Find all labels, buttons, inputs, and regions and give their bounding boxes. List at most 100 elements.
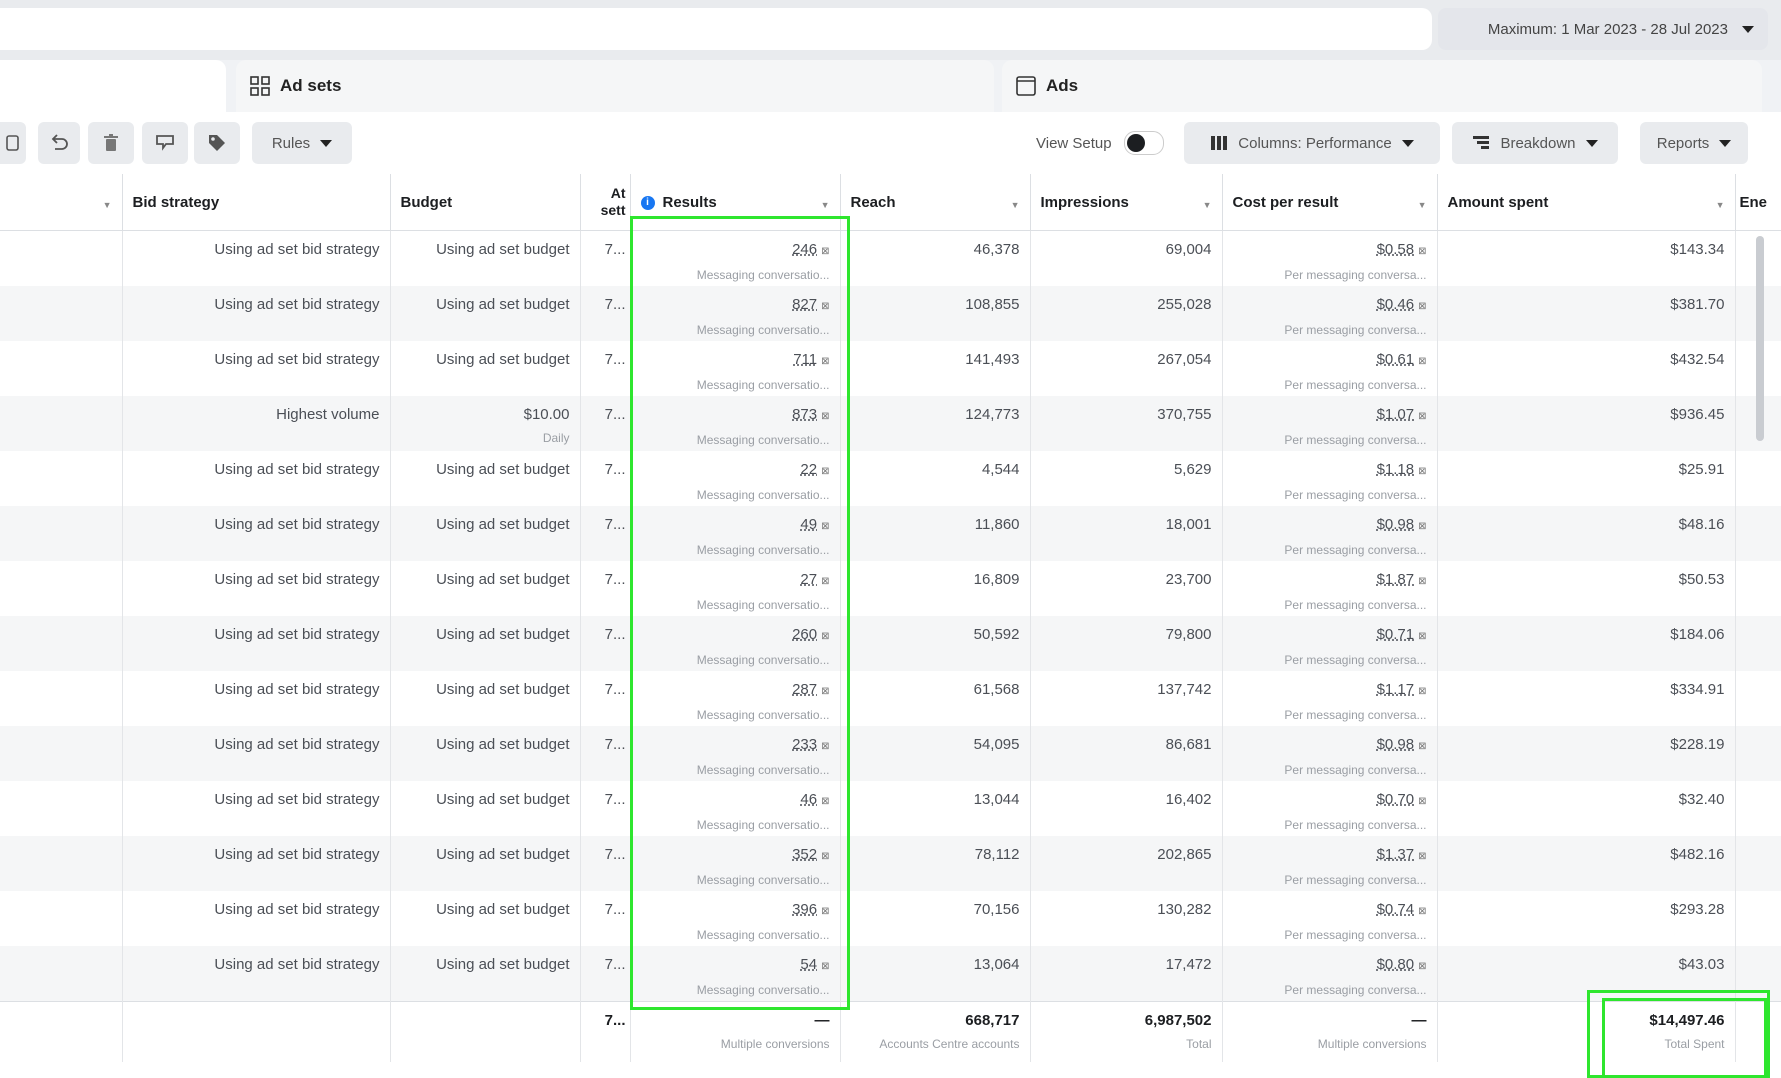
column-header-results[interactable]: i Results ▼: [630, 174, 841, 231]
date-range-picker[interactable]: Maximum: 1 Mar 2023 - 28 Jul 2023: [1438, 8, 1768, 50]
cost-per-result-link[interactable]: $1.37: [1377, 846, 1415, 863]
name-cell[interactable]: [0, 891, 123, 946]
cost-per-result-link[interactable]: $1.07: [1377, 406, 1415, 423]
cost-per-result-link[interactable]: $0.70: [1377, 791, 1415, 808]
budget-cell[interactable]: Using ad set budget: [390, 781, 581, 836]
table-row[interactable]: Using ad set bid strategy Using ad set bu…: [0, 230, 1781, 286]
name-cell[interactable]: [0, 561, 123, 616]
columns-button[interactable]: Columns: Performance: [1184, 122, 1440, 164]
results-link[interactable]: 352: [792, 846, 817, 863]
duplicate-button[interactable]: [0, 122, 26, 164]
cost-per-result-link[interactable]: $0.46: [1377, 296, 1415, 313]
table-row[interactable]: Using ad set bid strategy Using ad set bu…: [0, 836, 1781, 891]
table-row[interactable]: Using ad set bid strategy Using ad set bu…: [0, 726, 1781, 781]
results-link[interactable]: 827: [792, 296, 817, 313]
tab-ads[interactable]: Ads: [1002, 60, 1762, 112]
table-row[interactable]: Using ad set bid strategy Using ad set bu…: [0, 286, 1781, 341]
budget-cell[interactable]: Using ad set budget: [390, 726, 581, 781]
column-header-impressions[interactable]: Impressions ▼: [1030, 174, 1223, 231]
budget-cell[interactable]: Using ad set budget: [390, 561, 581, 616]
cost-per-result-link[interactable]: $0.98: [1377, 736, 1415, 753]
results-link[interactable]: 27: [800, 571, 817, 588]
name-cell[interactable]: [0, 616, 123, 671]
budget-cell[interactable]: Using ad set budget: [390, 341, 581, 396]
column-header-budget[interactable]: Budget: [390, 174, 581, 231]
view-setup-toggle[interactable]: [1123, 131, 1164, 155]
name-cell[interactable]: [0, 781, 123, 836]
cost-per-result-link[interactable]: $1.87: [1377, 571, 1415, 588]
results-link[interactable]: 49: [800, 516, 817, 533]
column-header-attribution[interactable]: At sett: [580, 174, 631, 231]
cost-per-result-link[interactable]: $0.61: [1377, 351, 1415, 368]
info-icon[interactable]: i: [640, 195, 655, 210]
column-header-name[interactable]: ▼: [0, 174, 123, 231]
name-cell[interactable]: [0, 396, 123, 451]
results-link[interactable]: 46: [800, 791, 817, 808]
table-row[interactable]: Using ad set bid strategy Using ad set bu…: [0, 671, 1781, 726]
table-row[interactable]: Using ad set bid strategy Using ad set bu…: [0, 891, 1781, 946]
name-cell[interactable]: [0, 230, 123, 286]
budget-cell[interactable]: Using ad set budget: [390, 506, 581, 561]
results-link[interactable]: 233: [792, 736, 817, 753]
tab-campaigns[interactable]: [0, 60, 226, 112]
column-header-reach[interactable]: Reach ▼: [840, 174, 1031, 231]
table-row[interactable]: Using ad set bid strategy Using ad set bu…: [0, 781, 1781, 836]
table-row[interactable]: Using ad set bid strategy Using ad set bu…: [0, 616, 1781, 671]
cost-per-result-link[interactable]: $0.58: [1377, 241, 1415, 258]
name-cell[interactable]: [0, 286, 123, 341]
cost-per-result-link[interactable]: $1.17: [1377, 681, 1415, 698]
tab-ad-sets[interactable]: Ad sets: [236, 60, 994, 112]
undo-button[interactable]: [38, 122, 80, 164]
name-cell[interactable]: [0, 341, 123, 396]
table-row[interactable]: Using ad set bid strategy Using ad set bu…: [0, 561, 1781, 616]
results-link[interactable]: 54: [800, 956, 817, 973]
results-link[interactable]: 287: [792, 681, 817, 698]
budget-cell[interactable]: Using ad set budget: [390, 616, 581, 671]
budget-cell[interactable]: Using ad set budget: [390, 946, 581, 1002]
name-cell[interactable]: [0, 836, 123, 891]
budget-cell[interactable]: Using ad set budget: [390, 836, 581, 891]
compare-icon: ⊠: [1418, 356, 1427, 367]
column-header-cost-per-result[interactable]: Cost per result ▼: [1222, 174, 1438, 231]
budget-cell[interactable]: $10.00 Daily: [390, 396, 581, 451]
column-header-bid-strategy[interactable]: Bid strategy: [122, 174, 391, 231]
rules-button[interactable]: Rules: [252, 122, 352, 164]
budget-cell[interactable]: Using ad set budget: [390, 671, 581, 726]
budget-cell[interactable]: Using ad set budget: [390, 230, 581, 286]
results-link[interactable]: 260: [792, 626, 817, 643]
name-cell[interactable]: [0, 946, 123, 1002]
breakdown-button[interactable]: Breakdown: [1452, 122, 1618, 164]
results-link[interactable]: 873: [792, 406, 817, 423]
results-link[interactable]: 396: [792, 901, 817, 918]
table-row[interactable]: Using ad set bid strategy Using ad set bu…: [0, 341, 1781, 396]
results-link[interactable]: 246: [792, 241, 817, 258]
cost-per-result-link[interactable]: $0.71: [1377, 626, 1415, 643]
column-header-amount-spent[interactable]: Amount spent ▼: [1437, 174, 1736, 231]
amount-spent-value: $143.34: [1670, 241, 1725, 258]
search-input[interactable]: [0, 8, 1432, 50]
table-row[interactable]: Using ad set bid strategy Using ad set bu…: [0, 506, 1781, 561]
results-link[interactable]: 22: [800, 461, 817, 478]
budget-cell[interactable]: Using ad set budget: [390, 286, 581, 341]
totals-cpr-caption: Multiple conversions: [1317, 1037, 1427, 1051]
cost-per-result-link[interactable]: $1.18: [1377, 461, 1415, 478]
name-cell[interactable]: [0, 506, 123, 561]
reports-button[interactable]: Reports: [1640, 122, 1748, 164]
budget-cell[interactable]: Using ad set budget: [390, 891, 581, 946]
cost-per-result-link[interactable]: $0.98: [1377, 516, 1415, 533]
table-row[interactable]: Highest volume $10.00 Daily 7... 873 ⊠ Messagi…: [0, 396, 1781, 451]
name-cell[interactable]: [0, 726, 123, 781]
vertical-scrollbar[interactable]: [1756, 236, 1764, 441]
cost-per-result-link[interactable]: $0.80: [1377, 956, 1415, 973]
name-cell[interactable]: [0, 671, 123, 726]
name-cell[interactable]: [0, 451, 123, 506]
column-header-ends[interactable]: Ene: [1735, 174, 1781, 231]
cost-per-result-link[interactable]: $0.74: [1377, 901, 1415, 918]
results-link[interactable]: 711: [793, 351, 817, 368]
table-row[interactable]: Using ad set bid strategy Using ad set bu…: [0, 946, 1781, 1002]
delete-button[interactable]: [88, 122, 134, 164]
table-row[interactable]: Using ad set bid strategy Using ad set bu…: [0, 451, 1781, 506]
tag-button[interactable]: [194, 122, 240, 164]
ab-test-button[interactable]: [142, 122, 188, 164]
budget-cell[interactable]: Using ad set budget: [390, 451, 581, 506]
